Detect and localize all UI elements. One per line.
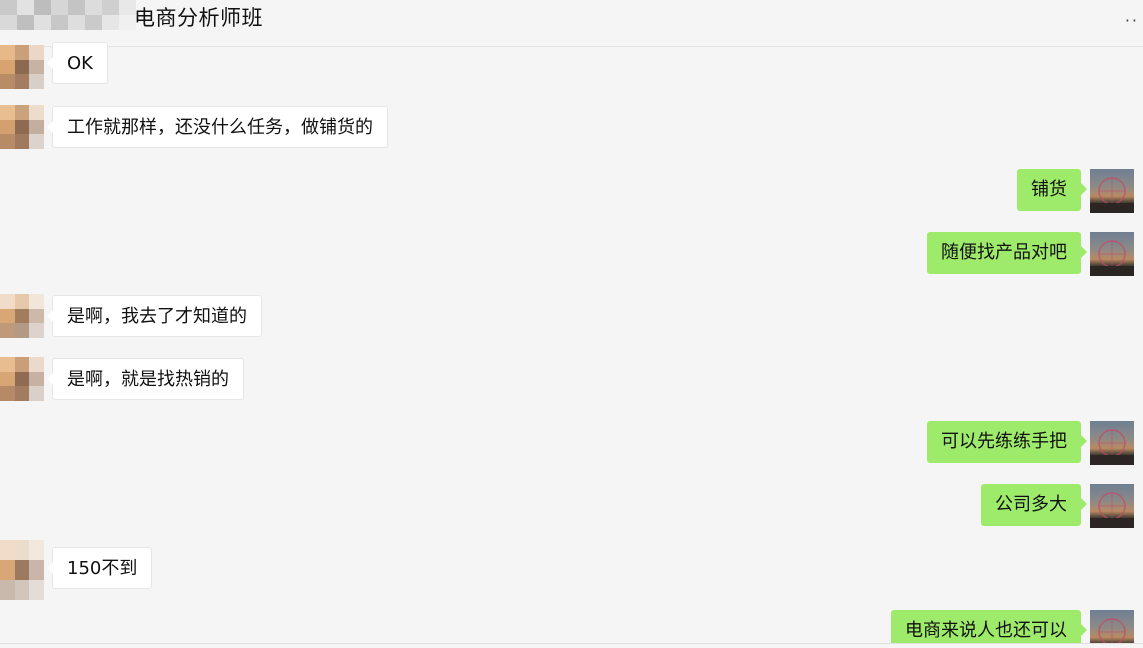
message-row: 是啊，就是找热销的 — [0, 357, 1143, 401]
chat-header: 电商分析师班 ·· — [0, 0, 1143, 47]
blurred-group-prefix — [0, 0, 136, 30]
ferris-wheel-icon — [1090, 429, 1134, 465]
message-bubble[interactable]: OK — [47, 42, 108, 84]
message-bubble[interactable]: 随便找产品对吧 — [927, 232, 1087, 274]
message-row: 随便找产品对吧 — [0, 231, 1143, 276]
message-bubble[interactable]: 可以先练练手把 — [927, 421, 1087, 463]
ferris-wheel-icon — [1090, 240, 1134, 276]
message-row: 工作就那样，还没什么任务，做铺货的 — [0, 105, 1143, 149]
ferris-wheel-icon — [1090, 177, 1134, 213]
message-row: 可以先练练手把 — [0, 420, 1143, 465]
more-options-button[interactable]: ·· — [1125, 11, 1139, 30]
user-avatar[interactable] — [1090, 484, 1134, 528]
chat-window: 电商分析师班 ·· OK 工作就那样，还没什么任务，做铺货的 铺货 随便找产品对… — [0, 0, 1143, 648]
message-row: 是啊，我去了才知道的 — [0, 294, 1143, 338]
message-row: 铺货 — [0, 168, 1143, 213]
contact-avatar[interactable] — [0, 357, 44, 401]
user-avatar[interactable] — [1090, 169, 1134, 213]
user-avatar[interactable] — [1090, 421, 1134, 465]
ferris-wheel-icon — [1090, 492, 1134, 528]
message-row: 150不到 — [0, 540, 1143, 600]
contact-avatar[interactable] — [0, 540, 44, 600]
message-bubble[interactable]: 是啊，就是找热销的 — [47, 358, 244, 400]
message-row: 公司多大 — [0, 483, 1143, 528]
chat-title: 电商分析师班 — [134, 6, 263, 30]
contact-avatar[interactable] — [0, 294, 44, 338]
message-row: OK — [0, 42, 1143, 89]
message-bubble[interactable]: 工作就那样，还没什么任务，做铺货的 — [47, 106, 388, 148]
contact-avatar[interactable] — [0, 105, 44, 149]
message-bubble[interactable]: 是啊，我去了才知道的 — [47, 295, 262, 337]
message-bubble[interactable]: 150不到 — [46, 547, 153, 589]
input-area-divider — [0, 643, 1143, 648]
message-bubble[interactable]: 铺货 — [1017, 169, 1087, 211]
user-avatar[interactable] — [1090, 232, 1134, 276]
message-bubble[interactable]: 公司多大 — [981, 484, 1087, 526]
contact-avatar[interactable] — [0, 45, 44, 89]
